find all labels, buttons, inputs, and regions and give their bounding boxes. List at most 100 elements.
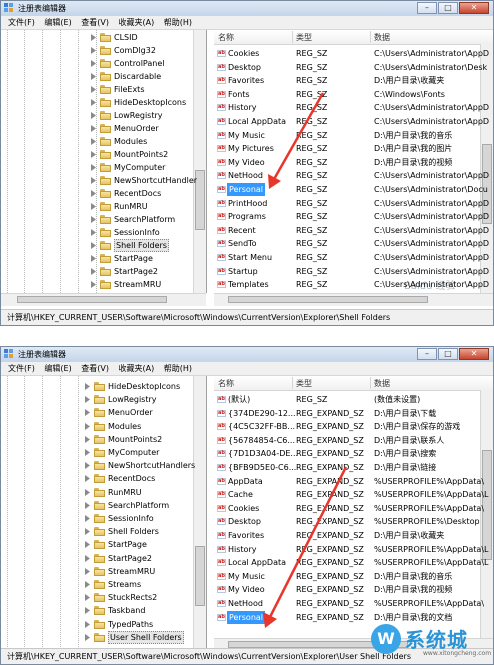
expand-arrow-icon[interactable] — [85, 554, 91, 562]
tree-item[interactable]: MenuOrder — [85, 406, 195, 419]
value-row[interactable]: ab My Pictures REG_SZ D:\用户目录\我的图片 — [214, 142, 481, 155]
value-row[interactable]: ab Fonts REG_SZ C:\Windows\Fonts — [214, 88, 481, 101]
tree-item[interactable]: Streams — [85, 578, 195, 591]
tree-item[interactable]: Taskband — [85, 604, 195, 617]
value-row[interactable]: ab {7D1D3A04-DE... REG_EXPAND_SZ D:\用户目录\搜索 — [214, 447, 481, 460]
expand-arrow-icon[interactable] — [85, 383, 91, 390]
expand-arrow-icon[interactable] — [91, 112, 97, 119]
expand-arrow-icon[interactable] — [91, 268, 97, 275]
value-row[interactable]: ab Personal REG_SZ C:\Users\Administrator\D… — [214, 183, 488, 196]
tree-item[interactable]: HideDesktopIcons — [85, 380, 195, 393]
tree-item[interactable]: SessionInfo — [91, 226, 201, 239]
expand-arrow-icon[interactable] — [91, 203, 97, 210]
tree-item[interactable]: TypedPaths — [85, 618, 195, 631]
menu-help[interactable]: 帮助(H) — [164, 362, 192, 375]
value-row[interactable]: ab Recent REG_SZ C:\Users\Administrator\App… — [214, 224, 489, 237]
value-row[interactable]: ab {BFB9D5E0-C6... REG_EXPAND_SZ D:\用户目录\链接 — [214, 461, 481, 474]
value-row[interactable]: ab (默认) REG_SZ (数值未设置) — [214, 393, 481, 406]
tree-item[interactable]: RunMRU — [91, 200, 201, 213]
value-row[interactable]: ab Desktop REG_SZ C:\Users\Administrator\De… — [214, 61, 487, 74]
value-row[interactable]: ab My Video REG_SZ D:\用户目录\我的视频 — [214, 156, 481, 169]
expand-arrow-icon[interactable] — [85, 515, 91, 522]
value-row[interactable]: ab Cookies REG_SZ C:\Users\Administrator\Ap… — [214, 47, 489, 60]
value-row[interactable]: ab Cache REG_EXPAND_SZ %USERPROFILE%\AppDat… — [214, 488, 488, 501]
value-row[interactable]: ab Startup REG_SZ C:\Users\Administrator\Ap… — [214, 265, 489, 278]
tree-item[interactable]: Shell Folders — [85, 525, 195, 538]
tree-item[interactable]: Discardable — [91, 70, 201, 83]
tree-item[interactable]: Shell Folders — [91, 239, 201, 252]
expand-arrow-icon[interactable] — [85, 435, 91, 443]
menu-view[interactable]: 查看(V) — [81, 16, 109, 29]
expand-arrow-icon[interactable] — [85, 607, 91, 615]
tree-item[interactable]: MountPoints2 — [85, 433, 195, 446]
value-row[interactable]: ab Local AppData REG_EXPAND_SZ %USERPROFILE… — [214, 556, 488, 569]
expand-arrow-icon[interactable] — [91, 138, 97, 145]
tree-item[interactable]: StartPage — [85, 538, 195, 551]
value-row[interactable]: ab SendTo REG_SZ C:\Users\Administrator\App… — [214, 237, 489, 250]
value-row[interactable]: ab NetHood REG_SZ C:\Users\Administrator\Ap… — [214, 169, 489, 182]
expand-arrow-icon[interactable] — [91, 151, 97, 158]
tree-item[interactable]: StreamMRU — [85, 565, 195, 578]
value-row[interactable]: ab Templates REG_SZ C:\Users\Administrator\… — [214, 278, 489, 291]
expand-arrow-icon[interactable] — [91, 125, 97, 132]
maximize-button[interactable]: □ — [438, 348, 458, 360]
expand-arrow-icon[interactable] — [85, 567, 91, 575]
expand-arrow-icon[interactable] — [91, 255, 97, 262]
column-header-type[interactable]: 类型 — [296, 32, 312, 43]
tree-item[interactable]: MountPoints2 — [91, 148, 201, 161]
value-row[interactable]: ab PrintHood REG_SZ C:\Users\Administrator\… — [214, 197, 489, 210]
menu-help[interactable]: 帮助(H) — [164, 16, 192, 29]
maximize-button[interactable]: □ — [438, 2, 458, 14]
expand-arrow-icon[interactable] — [85, 475, 91, 483]
value-row[interactable]: ab My Music REG_EXPAND_SZ D:\用户目录\我的音乐 — [214, 570, 481, 583]
menu-file[interactable]: 文件(F) — [8, 362, 35, 375]
expand-arrow-icon[interactable] — [85, 581, 91, 588]
expand-arrow-icon[interactable] — [85, 501, 91, 509]
tree-item[interactable]: StreamMRU — [91, 278, 201, 291]
title-bar[interactable]: 注册表编辑器 – □ ✕ — [1, 1, 493, 17]
value-row[interactable]: ab History REG_EXPAND_SZ %USERPROFILE%\AppD… — [214, 543, 488, 556]
tree-item[interactable]: ComDlg32 — [91, 44, 201, 57]
tree-item[interactable]: LowRegistry — [85, 393, 195, 406]
expand-arrow-icon[interactable] — [85, 462, 91, 470]
column-header-data[interactable]: 数据 — [374, 378, 390, 389]
menu-file[interactable]: 文件(F) — [8, 16, 35, 29]
column-header-type[interactable]: 类型 — [296, 378, 312, 389]
expand-arrow-icon[interactable] — [91, 60, 97, 67]
tree-item[interactable]: MyComputer — [85, 446, 195, 459]
expand-arrow-icon[interactable] — [91, 177, 97, 184]
expand-arrow-icon[interactable] — [85, 422, 91, 430]
value-row[interactable]: ab {56784854-C6... REG_EXPAND_SZ D:\用户目录\联系… — [214, 434, 481, 447]
tree-item[interactable]: SearchPlatform — [85, 499, 195, 512]
tree-item[interactable]: StartPage2 — [85, 552, 195, 565]
tree-item[interactable]: RecentDocs — [85, 472, 195, 485]
expand-arrow-icon[interactable] — [91, 242, 97, 249]
tree-item[interactable]: HideDesktopIcons — [91, 96, 201, 109]
values-horizontal-scrollbar[interactable] — [214, 293, 493, 306]
value-row[interactable]: ab NetHood REG_EXPAND_SZ %USERPROFILE%\AppD… — [214, 597, 484, 610]
tree-item[interactable]: SearchPlatform — [91, 213, 201, 226]
expand-arrow-icon[interactable] — [85, 396, 91, 404]
value-row[interactable]: ab History REG_SZ C:\Users\Administrator\Ap… — [214, 101, 489, 114]
tree-item[interactable]: Modules — [91, 135, 201, 148]
column-header-name[interactable]: 名称 — [218, 32, 234, 43]
expand-arrow-icon[interactable] — [85, 541, 91, 549]
menu-favorites[interactable]: 收藏夹(A) — [119, 16, 155, 29]
minimize-button[interactable]: – — [417, 348, 437, 360]
tree-item[interactable]: FileExts — [91, 83, 201, 96]
minimize-button[interactable]: – — [417, 2, 437, 14]
tree-item[interactable]: NewShortcutHandler — [91, 174, 201, 187]
expand-arrow-icon[interactable] — [91, 73, 97, 80]
tree-item[interactable]: NewShortcutHandlers — [85, 459, 195, 472]
expand-arrow-icon[interactable] — [91, 190, 97, 197]
close-button[interactable]: ✕ — [459, 2, 489, 14]
value-row[interactable]: ab Cookies REG_EXPAND_SZ %USERPROFILE%\AppD… — [214, 502, 484, 515]
tree-item[interactable]: Modules — [85, 420, 195, 433]
value-row[interactable]: ab My Music REG_SZ D:\用户目录\我的音乐 — [214, 129, 481, 142]
value-row[interactable]: ab Desktop REG_EXPAND_SZ %USERPROFILE%\Desk… — [214, 515, 481, 528]
column-header-data[interactable]: 数据 — [374, 32, 390, 43]
expand-arrow-icon[interactable] — [85, 449, 91, 456]
value-row[interactable]: ab My Video REG_EXPAND_SZ D:\用户目录\我的视频 — [214, 583, 481, 596]
value-row[interactable]: ab {374DE290-12... REG_EXPAND_SZ D:\用户目录\下载 — [214, 407, 481, 420]
value-row[interactable]: ab AppData REG_EXPAND_SZ %USERPROFILE%\AppD… — [214, 475, 484, 488]
